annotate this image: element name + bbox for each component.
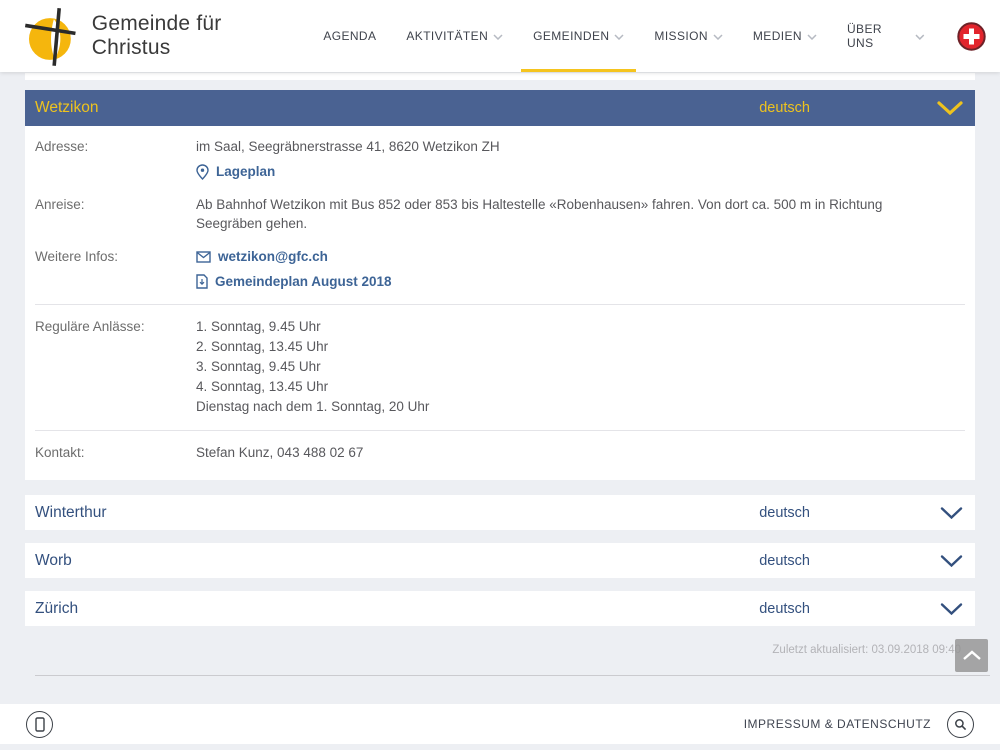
accordion-list: Wetzikon deutsch Adresse: im Saal, Seegr…	[25, 90, 975, 698]
address-value: im Saal, Seegräbnerstrasse 41, 8620 Wetz…	[196, 137, 896, 156]
detail-row-anlaesse: Reguläre Anlässe: 1. Sonntag, 9.45 Uhr 2…	[35, 317, 965, 417]
accordion-language: deutsch	[759, 100, 810, 116]
nav-item-gemeinden[interactable]: GEMEINDEN	[521, 0, 636, 72]
detail-label: Anreise:	[35, 195, 196, 233]
nav-item-aktivitaeten[interactable]: AKTIVITÄTEN	[394, 0, 515, 72]
search-button[interactable]	[947, 711, 974, 738]
accordion-title: Wetzikon	[35, 99, 98, 117]
accordion-language: deutsch	[759, 601, 810, 617]
accordion-header-zuerich[interactable]: Zürich deutsch	[25, 591, 975, 626]
detail-label: Weitere Infos:	[35, 247, 196, 291]
previous-card-sliver	[25, 73, 975, 80]
accordion-header-wetzikon[interactable]: Wetzikon deutsch	[25, 90, 975, 126]
event-item: 3. Sonntag, 9.45 Uhr	[196, 357, 896, 377]
document-download-icon	[196, 274, 208, 289]
email-icon	[196, 251, 211, 263]
gfc-logo-icon	[24, 6, 80, 68]
contact-value: Stefan Kunz, 043 488 02 67	[196, 443, 896, 462]
panel-divider	[35, 430, 965, 431]
meta-row: Zuletzt aktualisiert: 03.09.2018 09:40	[25, 642, 975, 698]
anreise-value: Ab Bahnhof Wetzikon mit Bus 852 oder 853…	[196, 195, 896, 233]
brand[interactable]: Gemeinde für Christus	[24, 4, 305, 68]
detail-row-weitere-infos: Weitere Infos: wetzikon@gfc.ch Gemeindep…	[35, 247, 965, 291]
detail-label: Reguläre Anlässe:	[35, 317, 196, 417]
detail-row-adresse: Adresse: im Saal, Seegräbnerstrasse 41, …	[35, 137, 965, 181]
chevron-down-icon	[493, 34, 503, 40]
chevron-down-icon	[713, 34, 723, 40]
site-header: Gemeinde für Christus AGENDA AKTIVITÄTEN…	[0, 0, 1000, 72]
nav-item-medien[interactable]: MEDIEN	[741, 0, 829, 72]
swiss-flag-icon	[957, 22, 986, 51]
chevron-down-icon	[940, 554, 963, 567]
nav-item-ueber-uns[interactable]: ÜBER UNS	[835, 0, 937, 72]
accordion-title: Winterthur	[35, 504, 107, 522]
phone-icon	[35, 717, 45, 732]
gemeindeplan-link[interactable]: Gemeindeplan August 2018	[196, 272, 896, 291]
chevron-down-icon	[807, 34, 817, 40]
scroll-to-top-button[interactable]	[955, 639, 988, 672]
detail-label: Adresse:	[35, 137, 196, 181]
language-selector[interactable]	[957, 22, 986, 51]
chevron-down-icon	[940, 602, 963, 615]
detail-row-anreise: Anreise: Ab Bahnhof Wetzikon mit Bus 852…	[35, 195, 965, 233]
accordion-panel-wetzikon: Adresse: im Saal, Seegräbnerstrasse 41, …	[25, 126, 975, 480]
email-link[interactable]: wetzikon@gfc.ch	[196, 247, 896, 266]
event-item: 1. Sonntag, 9.45 Uhr	[196, 317, 896, 337]
event-item: 4. Sonntag, 13.45 Uhr	[196, 377, 896, 397]
footer-bar: IMPRESSUM & DATENSCHUTZ	[0, 704, 1000, 744]
accordion-language: deutsch	[759, 553, 810, 569]
detail-row-kontakt: Kontakt: Stefan Kunz, 043 488 02 67	[35, 443, 965, 462]
impressum-link[interactable]: IMPRESSUM & DATENSCHUTZ	[744, 717, 931, 731]
accordion-header-winterthur[interactable]: Winterthur deutsch	[25, 495, 975, 530]
nav-item-agenda[interactable]: AGENDA	[311, 0, 388, 72]
accordion-title: Zürich	[35, 600, 78, 618]
accordion-title: Worb	[35, 552, 72, 570]
nav-item-mission[interactable]: MISSION	[642, 0, 734, 72]
mobile-view-button[interactable]	[26, 711, 53, 738]
chevron-down-icon	[614, 34, 624, 40]
lageplan-link[interactable]: Lageplan	[196, 162, 896, 181]
content-bottom-divider	[35, 675, 990, 676]
chevron-up-icon	[962, 650, 982, 661]
panel-divider	[35, 304, 965, 305]
event-item: 2. Sonntag, 13.45 Uhr	[196, 337, 896, 357]
main-nav: AGENDA AKTIVITÄTEN GEMEINDEN MISSION MED…	[305, 0, 937, 72]
accordion-header-worb[interactable]: Worb deutsch	[25, 543, 975, 578]
brand-name: Gemeinde für Christus	[92, 12, 306, 60]
map-pin-icon	[196, 164, 209, 180]
chevron-down-icon	[937, 101, 963, 115]
event-item: Dienstag nach dem 1. Sonntag, 20 Uhr	[196, 397, 896, 417]
detail-label: Kontakt:	[35, 443, 196, 462]
chevron-down-icon	[940, 506, 963, 519]
chevron-down-icon	[915, 34, 925, 40]
accordion-language: deutsch	[759, 505, 810, 521]
search-icon	[954, 718, 967, 731]
last-updated-text: Zuletzt aktualisiert: 03.09.2018 09:40	[772, 644, 961, 656]
